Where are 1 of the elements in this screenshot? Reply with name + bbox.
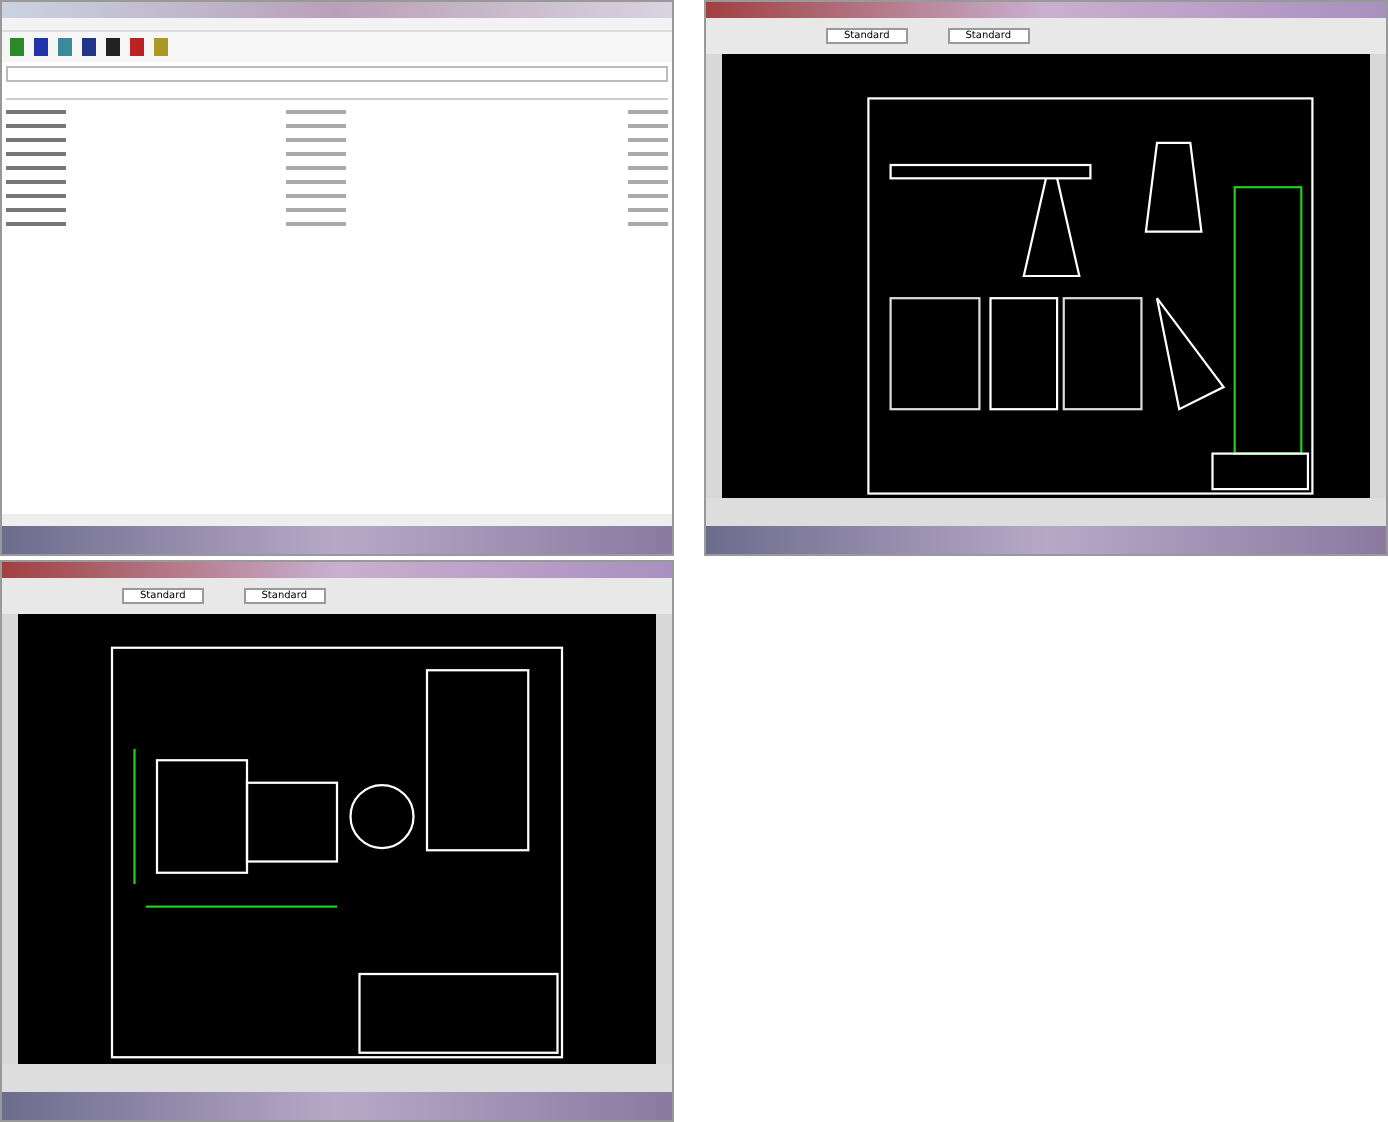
address-bar[interactable]: [6, 66, 668, 82]
